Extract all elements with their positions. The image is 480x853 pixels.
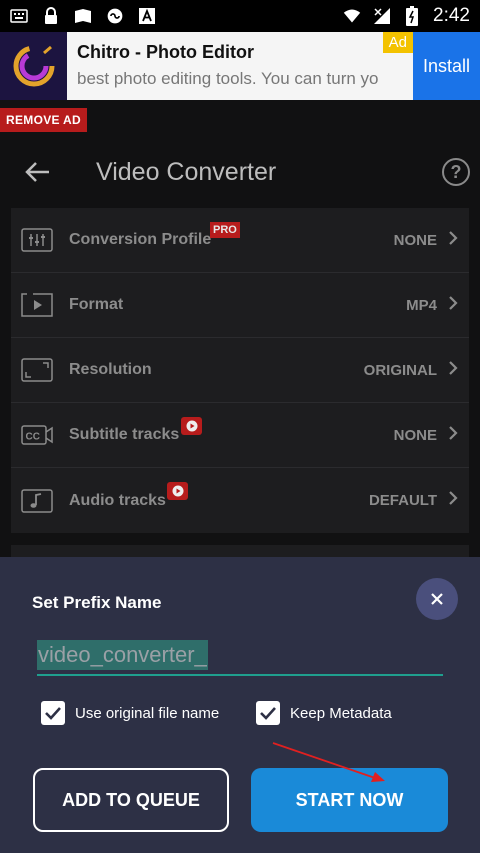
setting-label: Conversion Profile	[69, 231, 212, 248]
add-to-queue-button[interactable]: ADD TO QUEUE	[33, 768, 229, 832]
chevron-right-icon	[447, 425, 459, 446]
status-clock: 2:42	[433, 5, 470, 26]
setting-audio-tracks[interactable]: Audio tracks DEFAULT	[11, 468, 469, 533]
svg-text:CC: CC	[26, 432, 40, 443]
battery-icon	[403, 6, 421, 26]
checkbox-checked-icon	[256, 701, 280, 725]
setting-subtitle-tracks[interactable]: CC Subtitle tracks NONE	[11, 403, 469, 468]
ad-banner[interactable]: Chitro - Photo Editor best photo editing…	[0, 32, 480, 100]
photo-icon	[74, 7, 92, 25]
play-frame-icon	[21, 292, 53, 318]
close-button[interactable]	[416, 578, 458, 620]
app-bar: Video Converter ?	[0, 142, 480, 202]
checkbox-label: Keep Metadata	[290, 704, 392, 722]
setting-label: Subtitle tracks	[69, 426, 180, 443]
use-original-file-name-checkbox[interactable]: Use original file name	[41, 701, 219, 725]
remove-ad-button[interactable]: REMOVE AD	[0, 108, 87, 132]
lock-icon	[42, 7, 60, 25]
chevron-right-icon	[447, 360, 459, 381]
ad-badge: Ad	[382, 32, 413, 53]
ad-install-button[interactable]: Install	[413, 32, 480, 100]
close-icon	[431, 593, 443, 605]
music-note-icon	[21, 488, 53, 514]
setting-resolution[interactable]: Resolution ORIGINAL	[11, 338, 469, 403]
page-title: Video Converter	[96, 157, 277, 186]
font-icon	[138, 7, 156, 25]
setting-value: NONE	[393, 231, 437, 249]
pro-badge: PRO	[210, 222, 240, 238]
ad-title: Chitro - Photo Editor	[77, 42, 254, 62]
prefix-input-value: video_converter_	[37, 640, 208, 670]
back-arrow-icon[interactable]	[18, 152, 58, 192]
resolution-icon	[21, 357, 53, 383]
ad-app-logo-icon	[0, 32, 67, 100]
setting-label: Format	[69, 296, 124, 313]
setting-value: ORIGINAL	[363, 361, 437, 379]
chevron-right-icon	[447, 295, 459, 316]
setting-value: MP4	[406, 296, 437, 314]
ad-description: best photo editing tools. You can turn y…	[77, 69, 379, 88]
video-play-badge-icon	[181, 417, 202, 435]
help-icon[interactable]: ?	[442, 158, 470, 186]
wifi-icon	[343, 7, 361, 25]
keyboard-icon	[10, 7, 28, 25]
checkbox-checked-icon	[41, 701, 65, 725]
setting-format[interactable]: Format MP4	[11, 273, 469, 338]
setting-value: NONE	[393, 426, 437, 444]
sheet-title: Set Prefix Name	[32, 593, 162, 612]
chevron-right-icon	[447, 490, 459, 511]
cc-icon: CC	[21, 422, 53, 448]
prefix-name-input[interactable]: video_converter_	[37, 636, 443, 676]
ad-content: Chitro - Photo Editor best photo editing…	[67, 32, 413, 100]
setting-label: Resolution	[69, 361, 152, 378]
setting-conversion-profile[interactable]: Conversion Profile PRO NONE	[11, 208, 469, 273]
chevron-right-icon	[447, 230, 459, 251]
status-bar: 2:42	[0, 0, 480, 32]
settings-list: Conversion Profile PRO NONE Format MP4 R…	[11, 208, 469, 533]
setting-value: DEFAULT	[368, 492, 437, 509]
signal-icon	[373, 7, 391, 25]
sliders-icon	[21, 227, 53, 253]
keep-metadata-checkbox[interactable]: Keep Metadata	[256, 701, 392, 725]
cloud-link-icon	[106, 7, 124, 25]
video-play-badge-icon	[167, 482, 188, 500]
start-now-button[interactable]: START NOW	[251, 768, 448, 832]
checkbox-label: Use original file name	[75, 704, 220, 722]
setting-label: Audio tracks	[69, 491, 166, 509]
